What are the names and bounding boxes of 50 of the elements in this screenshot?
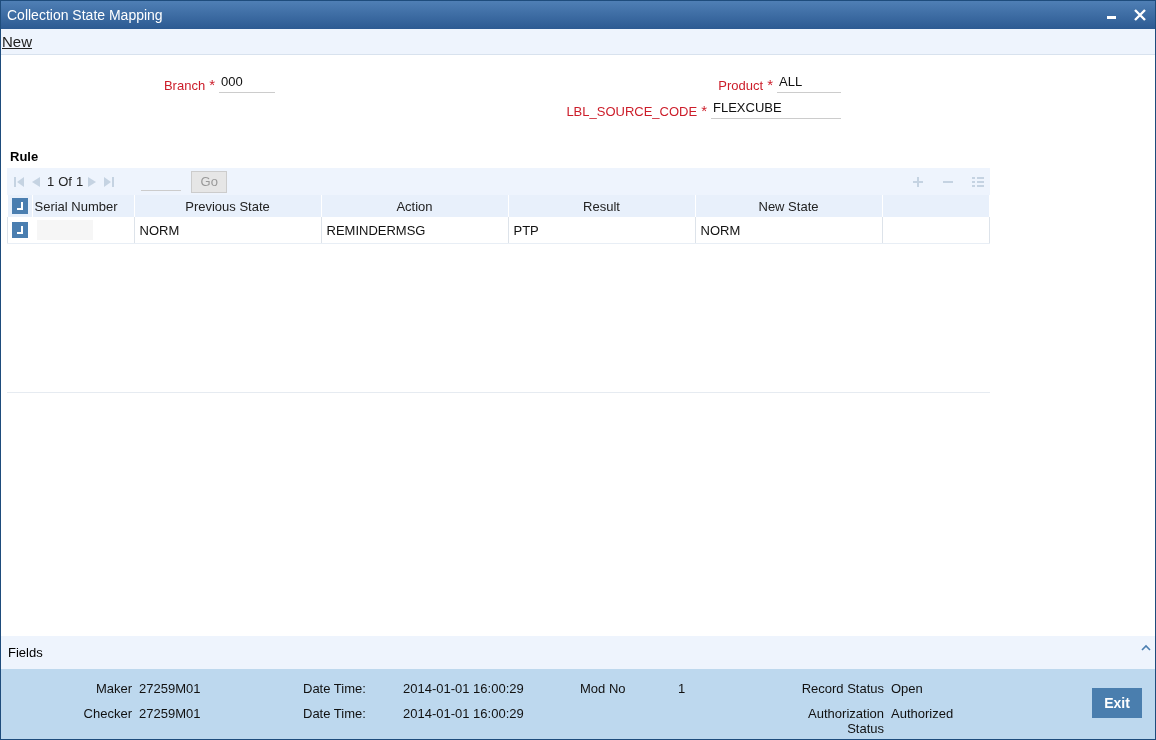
select-all-checkbox-icon[interactable] (11, 198, 28, 214)
page-of-label: Of (58, 174, 72, 189)
column-header[interactable]: Action (321, 195, 508, 217)
input-field[interactable]: FLEXCUBE (711, 100, 841, 119)
column-header[interactable]: New State (695, 195, 882, 217)
row-checkbox-icon[interactable] (12, 222, 28, 238)
audit-label: Date Time: (303, 681, 367, 696)
audit-value: 2014-01-01 16:00:29 (403, 706, 525, 721)
page-total: 1 (75, 174, 84, 189)
input-field[interactable]: ALL (777, 74, 841, 93)
table-cell: NORM (695, 217, 882, 244)
required-mark: * (700, 102, 708, 119)
field-label: Branch (163, 78, 206, 93)
last-page-icon[interactable] (103, 175, 116, 188)
audit-label: Mod No (580, 681, 627, 696)
audit-value: Authorized (891, 706, 955, 721)
close-icon[interactable] (1134, 9, 1146, 21)
table-cell: NORM (134, 217, 321, 244)
column-header[interactable]: Serial Number (32, 195, 134, 217)
audit-value: 27259M01 (139, 681, 202, 696)
new-link[interactable]: New (1, 33, 32, 50)
first-page-icon[interactable] (13, 175, 25, 188)
page-number: 1 (47, 174, 55, 189)
required-mark: * (208, 76, 216, 93)
table-cell: REMINDERMSG (321, 217, 508, 244)
fields-label[interactable]: Fields (8, 645, 43, 660)
audit-label: Maker (94, 681, 132, 696)
audit-label: Record Status (801, 681, 884, 696)
add-row-icon[interactable] (912, 175, 924, 188)
caret-up-icon[interactable] (1141, 644, 1151, 651)
audit-label: Authorization Status (807, 706, 884, 736)
list-icon[interactable] (972, 175, 984, 188)
next-page-icon[interactable] (87, 175, 98, 188)
window-title: Collection State Mapping (7, 7, 164, 23)
audit-value: 27259M01 (139, 706, 202, 721)
audit-label: Checker (82, 706, 132, 721)
audit-value: 2014-01-01 16:00:29 (403, 681, 525, 696)
exit-button[interactable]: Exit (1092, 688, 1142, 718)
column-header[interactable]: Previous State (134, 195, 321, 217)
audit-value: Open (891, 681, 924, 696)
previous-page-icon[interactable] (31, 175, 41, 188)
required-mark: * (766, 76, 774, 93)
input-field[interactable]: 000 (219, 74, 275, 93)
field-label: LBL_SOURCE_CODE (566, 104, 698, 119)
section-title: Rule (9, 148, 40, 166)
audit-value: 1 (678, 681, 687, 696)
column-header[interactable]: Result (508, 195, 695, 217)
field-label: Product (718, 78, 764, 93)
table-cell: PTP (508, 217, 695, 244)
audit-label: Date Time: (303, 706, 367, 721)
